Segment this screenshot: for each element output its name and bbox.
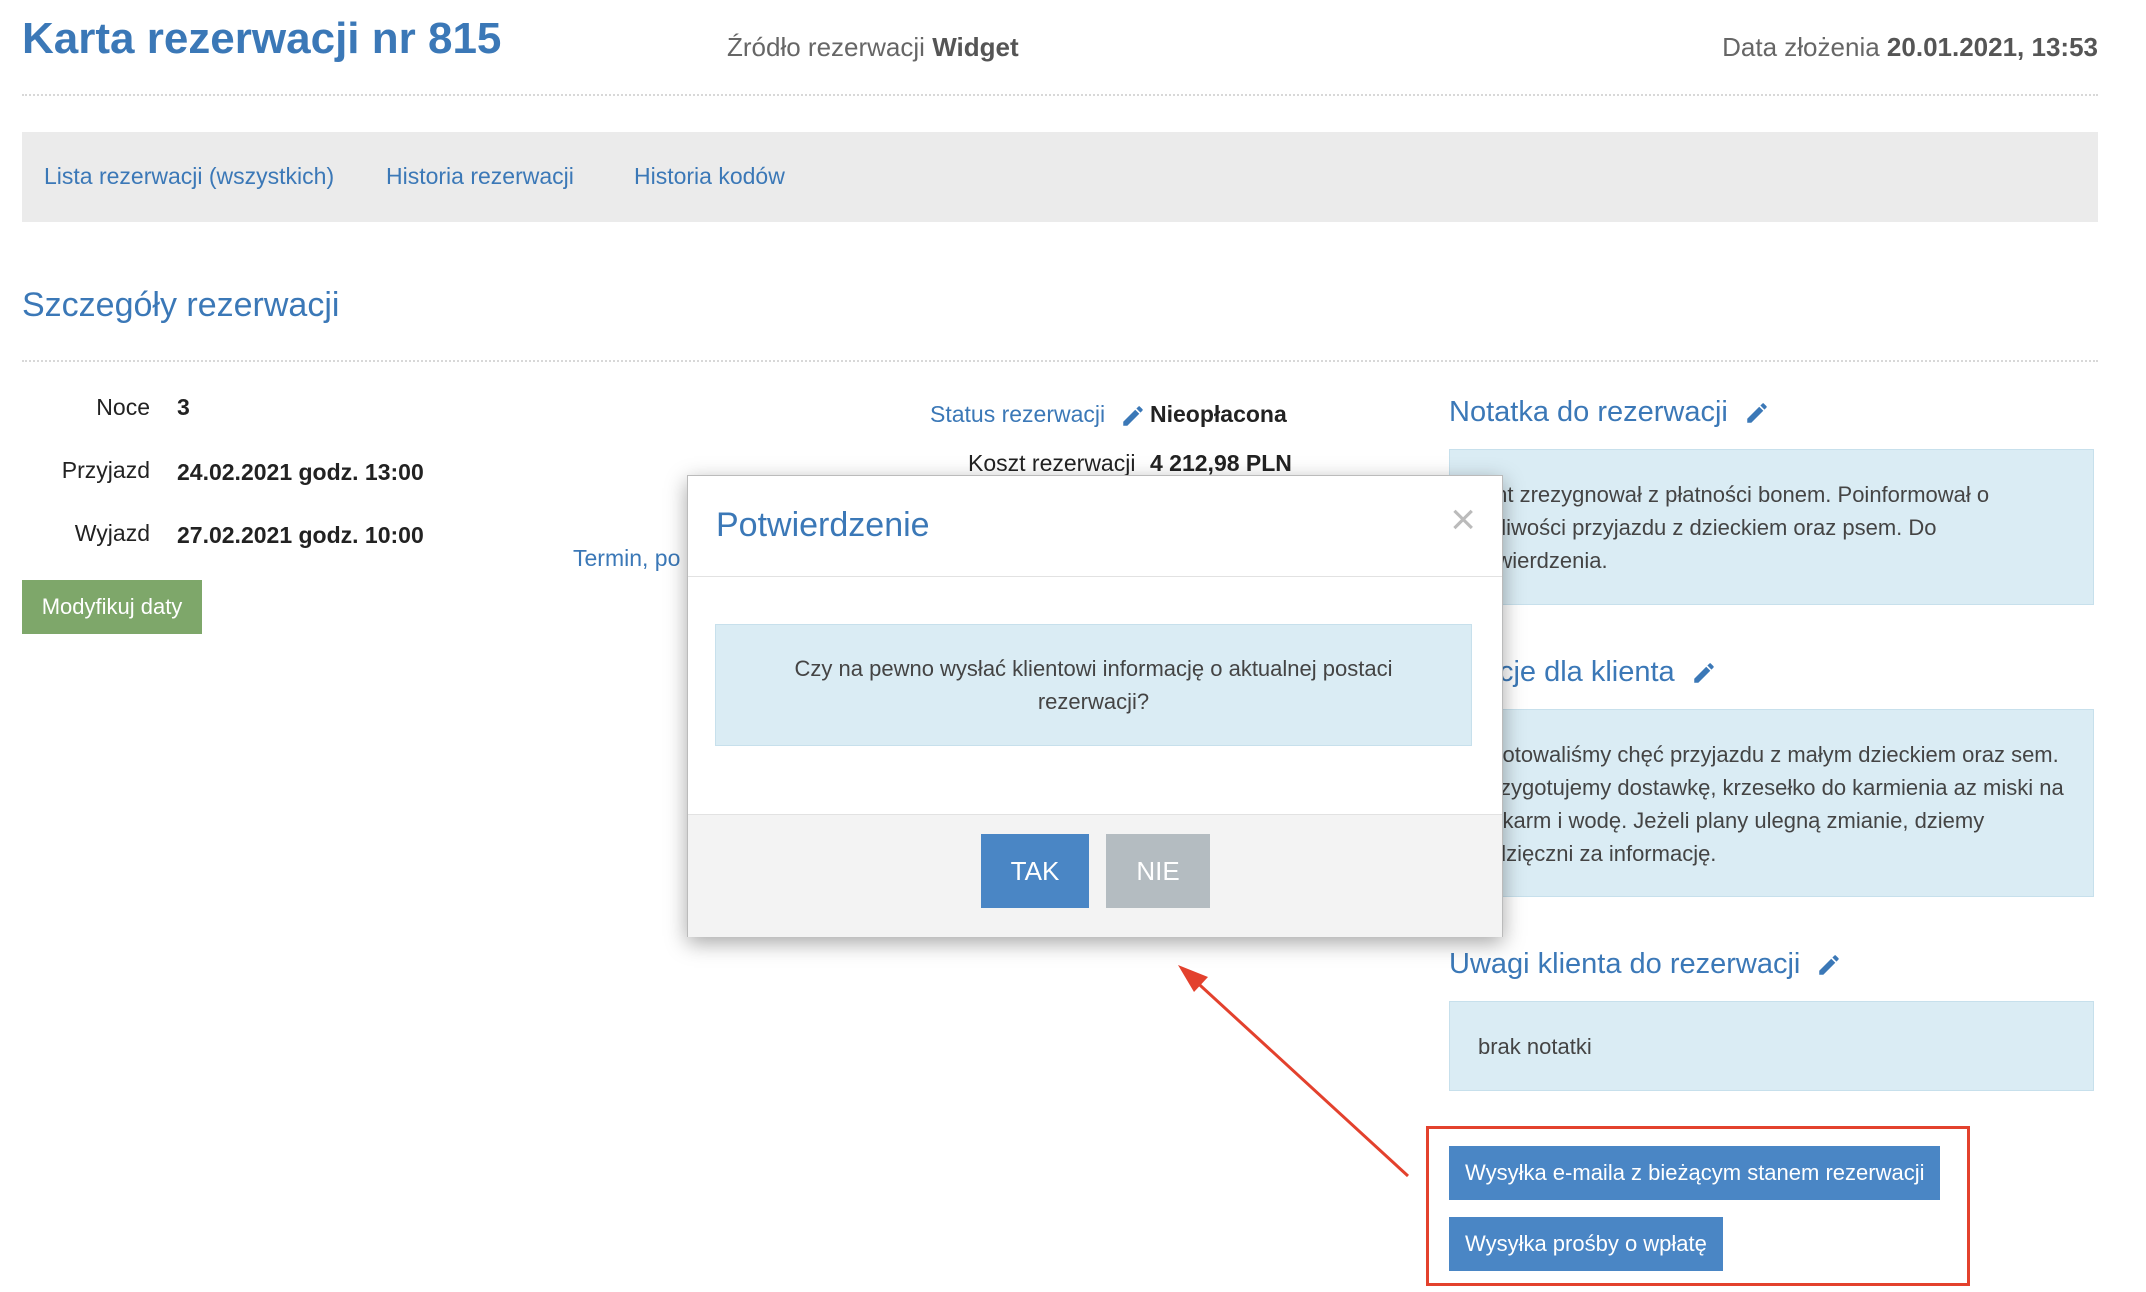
close-icon[interactable]: × <box>1450 498 1476 542</box>
nights-label: Noce <box>96 394 150 420</box>
status-value: Nieopłacona <box>1150 401 1287 427</box>
remarks-title-text: Uwagi klienta do rezerwacji <box>1449 948 1801 980</box>
pencil-icon[interactable] <box>1744 400 1770 426</box>
submission-date: Data złożenia 20.01.2021, 13:53 <box>1722 32 2098 63</box>
arrival-label: Przyjazd <box>61 457 150 483</box>
status-label-link[interactable]: Status rezerwacji <box>930 401 1146 429</box>
confirm-no-button[interactable]: NIE <box>1106 834 1210 908</box>
section-title: Szczegóły rezerwacji <box>22 286 340 324</box>
cost-label: Koszt rezerwacji <box>968 450 1136 476</box>
remarks-title: Uwagi klienta do rezerwacji <box>1449 948 1842 981</box>
date-value: 20.01.2021, 13:53 <box>1886 32 2098 62</box>
note-box: ient zrezygnował z płatności bonem. Poin… <box>1449 449 2094 605</box>
arrow-head <box>1178 965 1208 992</box>
nav-link-all-reservations[interactable]: Lista rezerwacji (wszystkich) <box>44 163 334 190</box>
source-value: Widget <box>932 32 1019 62</box>
client-info-box: dnotowaliśmy chęć przyjazdu z małym dzie… <box>1449 709 2094 897</box>
arrow-line <box>1188 974 1410 1178</box>
cost-value: 4 212,98 PLN <box>1150 450 1292 476</box>
pencil-icon <box>1122 406 1143 426</box>
payment-deadline-label: Termin, po <box>573 545 681 571</box>
source-label: Źródło rezerwacji <box>727 32 925 62</box>
status-label: Status rezerwacji <box>930 401 1106 427</box>
note-title-text: Notatka do rezerwacji <box>1449 396 1728 428</box>
send-status-email-button[interactable]: Wysyłka e-maila z bieżącym stanem rezerw… <box>1449 1146 1941 1200</box>
modal-title: Potwierdzenie <box>716 506 930 544</box>
departure-label: Wyjazd <box>74 520 150 546</box>
nav-link-code-history[interactable]: Historia kodów <box>634 163 785 190</box>
section-divider <box>22 360 2098 362</box>
date-label: Data złożenia <box>1722 32 1880 62</box>
modal-footer <box>688 814 1502 937</box>
modal-message: Czy na pewno wysłać klientowi informację… <box>715 624 1472 746</box>
send-payment-request-button[interactable]: Wysyłka prośby o wpłatę <box>1449 1217 1723 1271</box>
confirmation-modal: Potwierdzenie × Czy na pewno wysłać klie… <box>687 475 1503 937</box>
confirm-yes-button[interactable]: TAK <box>981 834 1089 908</box>
nights-value: 3 <box>177 394 190 420</box>
modify-dates-button[interactable]: Modyfikuj daty <box>22 580 202 634</box>
nav-link-reservation-history[interactable]: Historia rezerwacji <box>386 163 574 190</box>
modal-header-divider <box>688 576 1502 577</box>
departure-value: 27.02.2021 godz. 10:00 <box>177 522 424 548</box>
remarks-box: brak notatki <box>1449 1001 2094 1091</box>
note-title: Notatka do rezerwacji <box>1449 396 1770 429</box>
arrival-value: 24.02.2021 godz. 13:00 <box>177 459 424 485</box>
pencil-icon[interactable] <box>1816 952 1842 978</box>
reservation-source: Źródło rezerwacji Widget <box>727 32 1019 63</box>
header-divider <box>22 94 2098 96</box>
page-title: Karta rezerwacji nr 815 <box>22 14 502 63</box>
pencil-icon[interactable] <box>1691 660 1717 686</box>
